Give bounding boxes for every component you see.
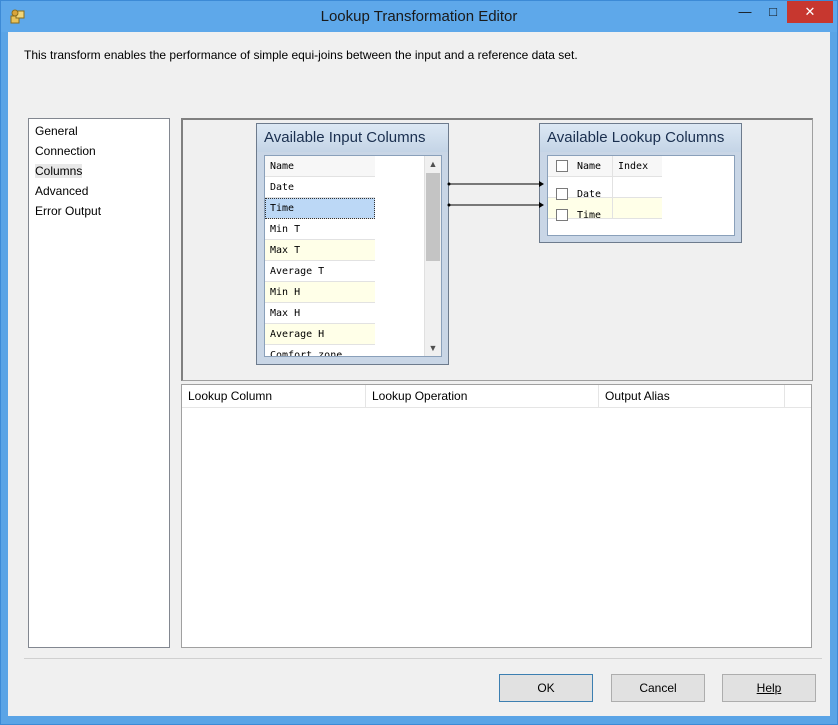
- chevron-down-icon[interactable]: ▼: [425, 341, 441, 355]
- page-nav-list[interactable]: General Connection Columns Advanced Erro…: [28, 118, 170, 648]
- col-output-alias[interactable]: Output Alias: [599, 385, 785, 407]
- list-item[interactable]: Date: [548, 177, 662, 200]
- col-lookup-operation[interactable]: Lookup Operation: [366, 385, 599, 407]
- column-header-name: Name: [270, 161, 295, 172]
- join-arrow: [539, 181, 544, 187]
- join-dot: [447, 203, 451, 207]
- join-arrow: [539, 202, 544, 208]
- close-button[interactable]: ✕: [787, 1, 833, 23]
- window-title: Lookup Transformation Editor: [320, 8, 518, 25]
- nav-item-label: Advanced: [35, 184, 89, 198]
- list-item[interactable]: Max T: [265, 240, 375, 261]
- input-columns-header: Name: [265, 156, 375, 177]
- column-name: Comfort zone: [270, 350, 343, 357]
- maximize-button[interactable]: □: [759, 1, 787, 23]
- column-name: Min T: [270, 224, 301, 235]
- input-columns-title: Available Input Columns: [257, 124, 448, 152]
- button-separator: [24, 658, 822, 659]
- nav-item-label: General: [35, 124, 78, 138]
- lookup-output-grid[interactable]: Lookup Column Lookup Operation Output Al…: [181, 384, 812, 648]
- column-name: Average H: [270, 329, 325, 340]
- list-item[interactable]: Average T: [265, 261, 375, 282]
- nav-item-label: Connection: [35, 144, 96, 158]
- scrollbar-thumb[interactable]: [426, 173, 440, 261]
- column-checkbox[interactable]: [556, 209, 568, 221]
- column-name: Average T: [270, 266, 325, 277]
- input-columns-table[interactable]: Available Input Columns Name Date Time M…: [256, 123, 449, 365]
- list-item[interactable]: Date: [265, 177, 375, 198]
- nav-item-general[interactable]: General: [29, 121, 169, 141]
- cancel-button[interactable]: Cancel: [611, 674, 705, 702]
- column-mapping-canvas[interactable]: Available Input Columns Name Date Time M…: [181, 118, 813, 381]
- list-item[interactable]: Min T: [265, 219, 375, 240]
- title-bar[interactable]: Lookup Transformation Editor — □ ✕: [1, 1, 837, 32]
- nav-item-columns[interactable]: Columns: [29, 161, 169, 181]
- list-item-selected[interactable]: Time: [265, 198, 375, 219]
- help-button[interactable]: Help: [722, 674, 816, 702]
- list-item[interactable]: Comfort zone: [265, 345, 375, 357]
- column-name: Min H: [270, 287, 301, 298]
- join-lines: [447, 181, 544, 208]
- column-header-name: Name: [577, 161, 602, 172]
- column-name: Max H: [270, 308, 301, 319]
- nav-item-label: Columns: [35, 164, 83, 178]
- list-item[interactable]: Max H: [265, 303, 375, 324]
- index-cell: [612, 198, 652, 218]
- list-item[interactable]: Min H: [265, 282, 375, 303]
- column-name: Time: [270, 203, 295, 214]
- list-item[interactable]: Average H: [265, 324, 375, 345]
- nav-item-connection[interactable]: Connection: [29, 141, 169, 161]
- column-name: Time: [577, 210, 602, 221]
- description-text: This transform enables the performance o…: [24, 48, 578, 62]
- lookup-columns-header: Name Index: [548, 156, 662, 177]
- join-dot: [447, 182, 451, 186]
- lookup-columns-grid[interactable]: Name Index Date Time: [547, 155, 735, 236]
- input-columns-scrollbar[interactable]: ▲ ▼: [424, 156, 441, 356]
- nav-item-label: Error Output: [35, 204, 102, 218]
- select-all-checkbox[interactable]: [556, 160, 568, 172]
- nav-item-error-output[interactable]: Error Output: [29, 201, 169, 221]
- column-name: Date: [270, 182, 295, 193]
- list-item[interactable]: Time: [548, 198, 662, 221]
- chevron-up-icon[interactable]: ▲: [425, 157, 441, 171]
- nav-item-advanced[interactable]: Advanced: [29, 181, 169, 201]
- lookup-grid-header: Lookup Column Lookup Operation Output Al…: [182, 385, 811, 408]
- minimize-button[interactable]: —: [731, 1, 759, 23]
- lookup-columns-table[interactable]: Available Lookup Columns Name Index Date …: [539, 123, 742, 243]
- lookup-columns-title: Available Lookup Columns: [540, 124, 741, 152]
- column-name: Max T: [270, 245, 301, 256]
- col-lookup-column[interactable]: Lookup Column: [182, 385, 366, 407]
- index-cell: [612, 177, 652, 197]
- input-columns-grid[interactable]: Name Date Time Min T Max T Average T Min…: [264, 155, 442, 357]
- ok-button[interactable]: OK: [499, 674, 593, 702]
- column-header-index: Index: [612, 156, 648, 176]
